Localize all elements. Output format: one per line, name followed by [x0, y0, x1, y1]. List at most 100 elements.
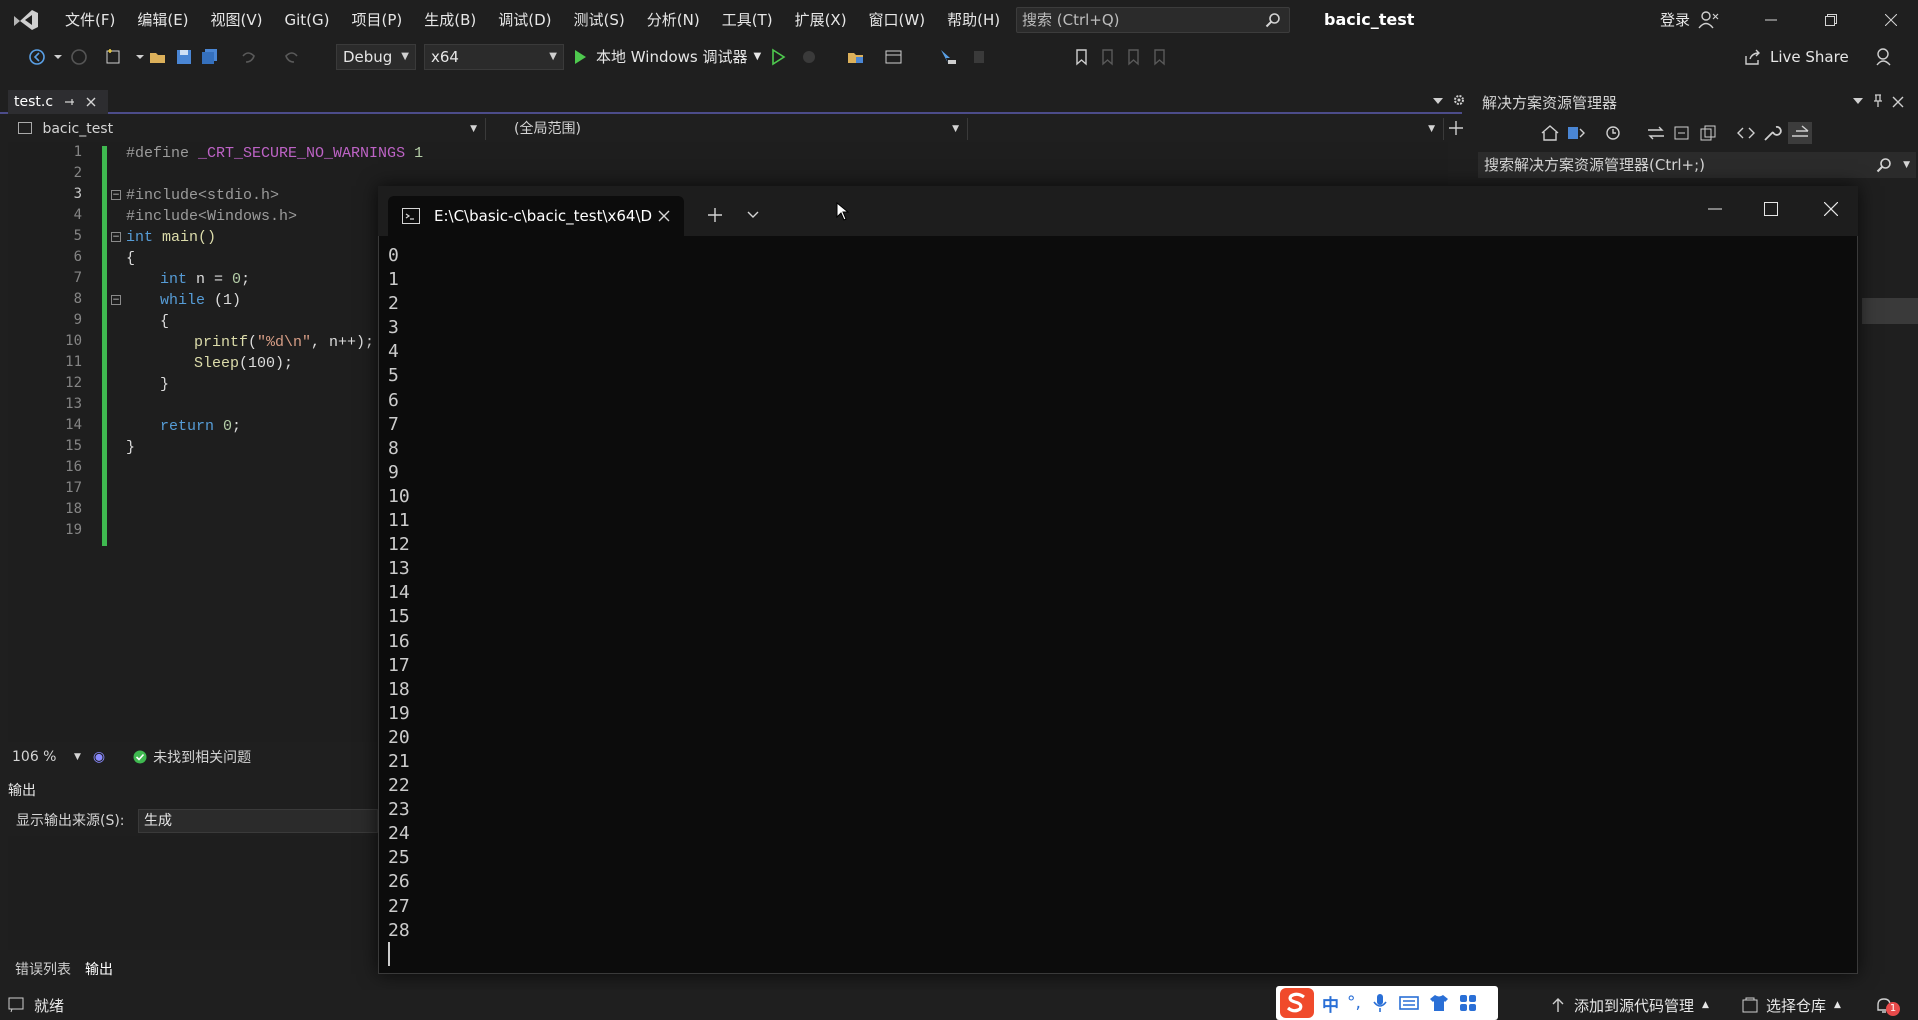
- skin-shirt-icon[interactable]: [1429, 994, 1449, 1012]
- project-nav-combo[interactable]: bacic_test ▼: [12, 118, 486, 140]
- console-minimize-button[interactable]: [1692, 186, 1738, 232]
- tab-error-list[interactable]: 错误列表: [8, 958, 78, 982]
- menu-project[interactable]: 项目(P): [341, 0, 414, 40]
- add-to-source-control-button[interactable]: 添加到源代码管理 ▲: [1552, 992, 1709, 1018]
- start-without-debugging-icon[interactable]: [768, 48, 788, 66]
- save-icon[interactable]: [174, 48, 194, 66]
- console-maximize-button[interactable]: [1748, 186, 1794, 232]
- new-project-icon[interactable]: [104, 48, 124, 66]
- start-debugging-button[interactable]: 本地 Windows 调试器 ▼: [572, 44, 761, 70]
- chevron-down-icon[interactable]: [746, 210, 760, 220]
- close-icon[interactable]: [85, 96, 97, 108]
- output-source-combo[interactable]: 生成: [138, 809, 378, 833]
- feedback-icon[interactable]: [1874, 46, 1896, 68]
- platform-combo[interactable]: x64 ▼: [424, 44, 564, 70]
- health-icon[interactable]: ◉: [93, 749, 105, 765]
- menu-git[interactable]: Git(G): [274, 0, 341, 40]
- home-icon[interactable]: [1540, 124, 1560, 142]
- close-icon[interactable]: [1892, 96, 1904, 108]
- comment-out-icon[interactable]: [970, 48, 990, 66]
- wrench-icon[interactable]: [1762, 124, 1782, 142]
- issues-status[interactable]: 未找到相关问题: [153, 747, 251, 767]
- toolbox-grid-icon[interactable]: [1459, 994, 1477, 1012]
- collapse-toggle-icon[interactable]: −: [111, 232, 121, 242]
- tab-output[interactable]: 输出: [78, 958, 120, 982]
- ime-toolbar[interactable]: 中 °,: [1276, 986, 1498, 1020]
- save-all-icon[interactable]: [200, 48, 220, 66]
- minimize-button[interactable]: [1748, 0, 1794, 40]
- zoom-level[interactable]: 106 %: [12, 749, 72, 765]
- ready-status: 就绪: [34, 996, 65, 1015]
- global-search-input[interactable]: 搜索 (Ctrl+Q): [1016, 7, 1290, 33]
- live-share-button[interactable]: Live Share: [1744, 44, 1849, 70]
- tab-test-c[interactable]: test.c: [8, 90, 108, 114]
- layout-icon[interactable]: [884, 48, 904, 66]
- keyboard-icon[interactable]: [1399, 995, 1419, 1011]
- punctuation-icon[interactable]: °,: [1347, 993, 1361, 1013]
- close-icon[interactable]: [658, 210, 670, 222]
- chevron-down-icon[interactable]: ▼: [74, 752, 81, 762]
- open-folder-icon[interactable]: [148, 48, 168, 66]
- visual-studio-logo-icon[interactable]: [12, 8, 40, 32]
- collapse-toggle-icon[interactable]: −: [111, 190, 121, 200]
- next-bookmark-icon[interactable]: [1124, 48, 1144, 66]
- redo-icon[interactable]: [282, 48, 302, 66]
- view-code-icon[interactable]: [1736, 124, 1756, 142]
- menu-view[interactable]: 视图(V): [200, 0, 274, 40]
- split-editor-icon[interactable]: [1448, 120, 1464, 136]
- gear-icon[interactable]: [1452, 93, 1466, 107]
- menu-analyze[interactable]: 分析(N): [636, 0, 711, 40]
- console-close-button[interactable]: [1808, 186, 1854, 232]
- previous-bookmark-icon[interactable]: [1098, 48, 1118, 66]
- switch-views-icon[interactable]: [1566, 124, 1586, 142]
- menu-build[interactable]: 生成(B): [413, 0, 487, 40]
- chevron-down-icon[interactable]: [1432, 96, 1444, 106]
- solution-search-input[interactable]: 搜索解决方案资源管理器(Ctrl+;) ▼: [1478, 152, 1916, 178]
- menu-edit[interactable]: 编辑(E): [126, 0, 199, 40]
- back-navigate-icon[interactable]: [28, 48, 48, 66]
- configuration-combo[interactable]: Debug ▼: [336, 44, 416, 70]
- collapse-toggle-icon[interactable]: −: [111, 295, 121, 305]
- menu-extensions[interactable]: 扩展(X): [784, 0, 858, 40]
- select-repository-button[interactable]: 选择仓库 ▲: [1742, 992, 1841, 1018]
- console-tab[interactable]: E:\C\basic-c\bacic_test\x64\D: [388, 196, 684, 236]
- new-tab-icon[interactable]: [707, 207, 723, 223]
- attach-process-icon[interactable]: [800, 48, 820, 66]
- clear-bookmarks-icon[interactable]: [1150, 48, 1170, 66]
- menu-window[interactable]: 窗口(W): [858, 0, 937, 40]
- notifications-button[interactable]: 1: [1874, 994, 1902, 1018]
- output-text-area[interactable]: [8, 836, 378, 950]
- menu-help[interactable]: 帮助(H): [936, 0, 1011, 40]
- search-icon: [1876, 158, 1891, 173]
- menu-test[interactable]: 测试(S): [563, 0, 636, 40]
- scope-nav-combo[interactable]: (全局范围) ▼: [508, 118, 968, 140]
- chevron-down-icon[interactable]: [50, 48, 70, 66]
- login-button[interactable]: 登录: [1660, 0, 1720, 40]
- solution-folder-icon[interactable]: [846, 48, 866, 66]
- preview-selected-items-icon[interactable]: [1788, 122, 1812, 144]
- select-element-icon[interactable]: [938, 48, 958, 66]
- ime-mode[interactable]: 中: [1322, 991, 1339, 1016]
- menu-file[interactable]: 文件(F): [54, 0, 126, 40]
- chevron-down-icon[interactable]: ▼: [1903, 152, 1910, 178]
- bookmark-icon[interactable]: [1072, 48, 1092, 66]
- forward-navigate-icon[interactable]: [70, 48, 90, 66]
- chevron-down-icon[interactable]: [1852, 96, 1864, 106]
- member-nav-combo[interactable]: ▼: [972, 118, 1444, 140]
- solution-tree-selection[interactable]: [1862, 298, 1918, 324]
- collapse-all-icon[interactable]: [1672, 124, 1692, 142]
- close-window-button[interactable]: [1868, 0, 1914, 40]
- microphone-icon[interactable]: [1373, 993, 1387, 1013]
- chevron-down-icon[interactable]: ▼: [754, 44, 762, 70]
- sync-icon[interactable]: [1646, 124, 1666, 142]
- pin-icon[interactable]: [1872, 94, 1884, 108]
- menu-debug[interactable]: 调试(D): [487, 0, 562, 40]
- show-all-files-icon[interactable]: [1698, 124, 1718, 142]
- account-settings-icon[interactable]: [1698, 10, 1720, 30]
- pin-icon[interactable]: [63, 96, 75, 108]
- pending-changes-icon[interactable]: [1604, 124, 1624, 142]
- console-output[interactable]: 0 1 2 3 4 5 6 7 8 9 10 11 12 13 14 15 16 17 18 19 20 21 22 23 24…: [388, 244, 1848, 974]
- restore-button[interactable]: [1808, 0, 1854, 40]
- menu-tools[interactable]: 工具(T): [711, 0, 784, 40]
- undo-icon[interactable]: [238, 48, 258, 66]
